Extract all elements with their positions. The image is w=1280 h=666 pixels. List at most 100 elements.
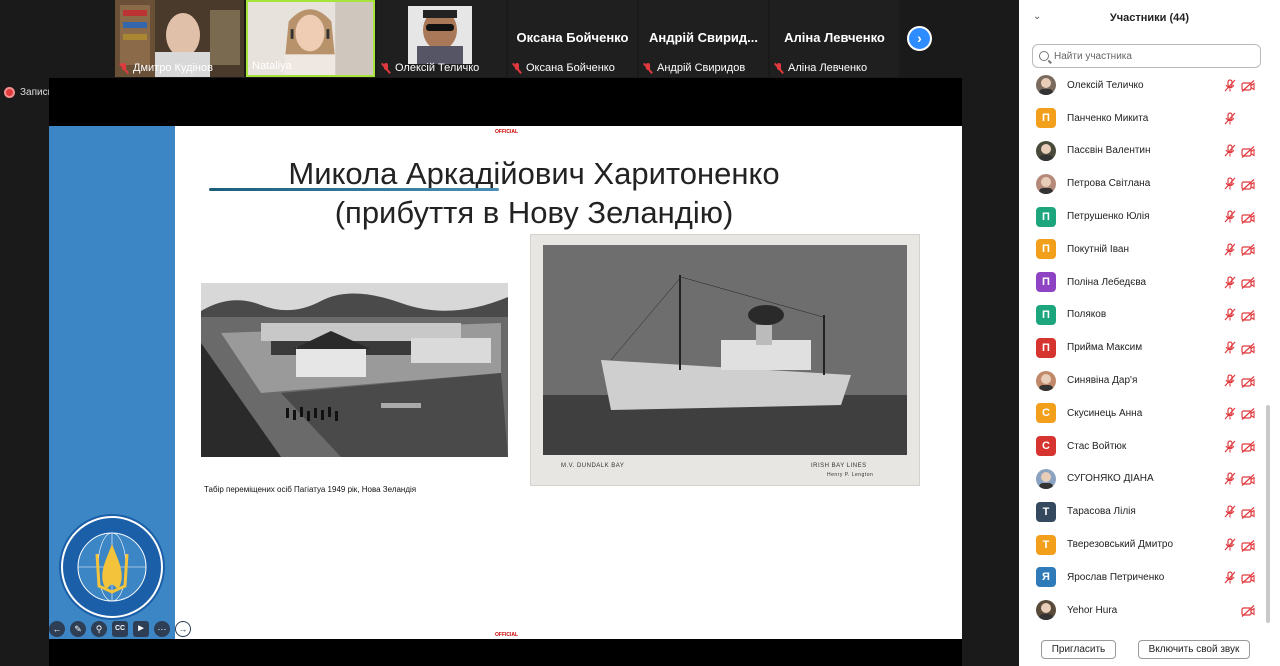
participant-row[interactable]: С Стас Войтюк <box>1019 430 1267 463</box>
muted-mic-icon <box>512 62 522 74</box>
zoom-button[interactable]: ⚲ <box>91 621 107 637</box>
muted-mic-icon <box>119 62 129 74</box>
search-input[interactable] <box>1054 50 1244 62</box>
muted-mic-icon <box>1224 276 1236 289</box>
participant-row[interactable]: Yehor Hura <box>1019 594 1267 627</box>
participant-name: Стас Войтюк <box>1067 440 1127 452</box>
title-underline <box>209 188 499 191</box>
camp-photo-caption: Табір переміщених осіб Пагіатуа 1949 рік… <box>204 485 417 494</box>
scrollbar[interactable] <box>1266 405 1270 623</box>
participant-name: СУГОНЯКО ДІАНА <box>1067 473 1154 485</box>
participant-row[interactable]: Т Тверезовський Дмитро <box>1019 528 1267 561</box>
video-tile[interactable]: Аліна Левченко Аліна Левченко <box>770 0 899 77</box>
participant-row[interactable]: П Петрушенко Юлія <box>1019 200 1267 233</box>
video-tile-caption: Андрій Свиридов <box>639 61 745 75</box>
participant-name-large: Андрій Свирид... <box>648 30 759 45</box>
participant-row[interactable]: П Поляков <box>1019 299 1267 332</box>
participant-row[interactable]: Синявіна Дар'я <box>1019 364 1267 397</box>
shared-screen: OFFICIAL OFFICIAL Микола Аркадійович Хар… <box>49 78 962 666</box>
avatar: П <box>1036 272 1056 293</box>
video-off-icon <box>1241 604 1255 618</box>
recording-label: Запись <box>20 87 53 98</box>
participant-row[interactable]: П Поліна Лебедєва <box>1019 266 1267 299</box>
avatar <box>1036 370 1056 391</box>
video-off-icon <box>1241 145 1255 158</box>
ukrainian-world-congress-logo <box>59 514 165 620</box>
muted-mic-icon <box>1224 571 1236 584</box>
official-label-top: OFFICIAL <box>495 129 519 135</box>
participant-name: Панченко Микита <box>1067 112 1149 124</box>
video-tile[interactable]: Дмитро Кудінов <box>115 0 244 77</box>
participant-row[interactable]: С Скусинець Анна <box>1019 397 1267 430</box>
video-button[interactable]: ▶ <box>133 621 149 637</box>
muted-mic-icon <box>1224 308 1236 321</box>
muted-mic-icon <box>1224 440 1236 453</box>
participant-name: Петрова Світлана <box>1067 178 1151 190</box>
chevron-right-icon: › <box>917 30 922 46</box>
video-off-icon <box>1241 375 1255 388</box>
video-off-icon <box>1241 440 1255 454</box>
participant-row[interactable]: СУГОНЯКО ДІАНА <box>1019 463 1267 496</box>
avatar <box>1036 140 1056 161</box>
participant-name: Синявіна Дар'я <box>1067 375 1138 387</box>
participant-row[interactable]: П Покутній Іван <box>1019 233 1267 266</box>
avatar: Т <box>1036 534 1056 555</box>
muted-mic-icon <box>1224 177 1236 190</box>
video-tile[interactable]: Андрій Свирид... Андрій Свиридов <box>639 0 768 77</box>
participant-name: Дмитро Кудінов <box>133 62 213 74</box>
video-tile-caption: Олексій Теличко <box>377 61 479 75</box>
participant-row[interactable]: П Панченко Микита <box>1019 102 1267 135</box>
video-tile[interactable]: Олексій Теличко <box>377 0 506 77</box>
avatar: П <box>1036 337 1056 358</box>
pen-icon: ✎ <box>74 624 82 634</box>
muted-mic-icon <box>381 62 391 74</box>
video-tile-caption: Дмитро Кудінов <box>115 61 213 75</box>
muted-mic-icon <box>1224 210 1236 223</box>
muted-mic-icon <box>1224 472 1236 485</box>
slide-toolbar: ← ✎ ⚲ CC ▶ ⋯ → <box>49 621 191 637</box>
participant-name: Олексій Теличко <box>395 62 480 74</box>
video-icon: ▶ <box>138 625 144 632</box>
recording-indicator[interactable]: Запись <box>4 87 53 98</box>
avatar: Т <box>1036 501 1056 522</box>
video-off-icon <box>1241 407 1255 421</box>
participant-name: Прийма Максим <box>1067 342 1143 354</box>
participant-row[interactable]: Пасєвін Валентин <box>1019 135 1267 168</box>
participant-row[interactable]: Я Ярослав Петриченко <box>1019 561 1267 594</box>
captions-button[interactable]: CC <box>112 621 128 637</box>
next-page-button[interactable]: › <box>907 26 932 51</box>
more-button[interactable]: ⋯ <box>154 621 170 637</box>
muted-mic-icon <box>1224 505 1236 518</box>
video-tile-caption: Nataliya <box>248 59 292 73</box>
ship-photo: M.V. DUNDALK BAY IRISH BAY LINES Henry P… <box>530 234 920 486</box>
search-icon <box>1039 51 1049 61</box>
participant-name: Тарасова Лілія <box>1067 506 1136 518</box>
invite-button[interactable]: Пригласить <box>1041 640 1116 659</box>
participant-name: Аліна Левченко <box>788 62 868 74</box>
pen-button[interactable]: ✎ <box>70 621 86 637</box>
unmute-self-button[interactable]: Включить свой звук <box>1138 640 1250 659</box>
participant-search[interactable] <box>1032 44 1261 68</box>
avatar: П <box>1036 239 1056 260</box>
participant-name: Поліна Лебедєва <box>1067 276 1147 288</box>
video-off-icon <box>1241 276 1255 290</box>
avatar: П <box>1036 108 1056 129</box>
video-off-icon <box>1241 342 1255 355</box>
participant-row[interactable]: Т Тарасова Лілія <box>1019 495 1267 528</box>
video-tile[interactable]: Оксана Бойченко Оксана Бойченко <box>508 0 637 77</box>
camp-photo <box>201 283 508 457</box>
prev-slide-button[interactable]: ← <box>49 621 65 637</box>
video-tile-active-speaker[interactable]: Nataliya <box>246 0 375 77</box>
participant-row[interactable]: П Прийма Максим <box>1019 331 1267 364</box>
participant-row[interactable]: Олексій Теличко <box>1019 69 1267 102</box>
participant-name: Пасєвін Валентин <box>1067 145 1151 157</box>
participants-panel: ⌄ Участники (44) Олексій ТеличкоППанченк… <box>1019 0 1280 666</box>
video-tile-caption: Оксана Бойченко <box>508 61 615 75</box>
video-strip: Дмитро Кудінов Nataliya Олексій Теличко <box>115 0 945 77</box>
avatar <box>1036 173 1056 194</box>
next-slide-button[interactable]: → <box>175 621 191 637</box>
participant-name: Тверезовський Дмитро <box>1067 539 1174 551</box>
video-off-icon <box>1241 309 1255 322</box>
video-off-icon <box>1241 571 1255 585</box>
participant-row[interactable]: Петрова Світлана <box>1019 167 1267 200</box>
